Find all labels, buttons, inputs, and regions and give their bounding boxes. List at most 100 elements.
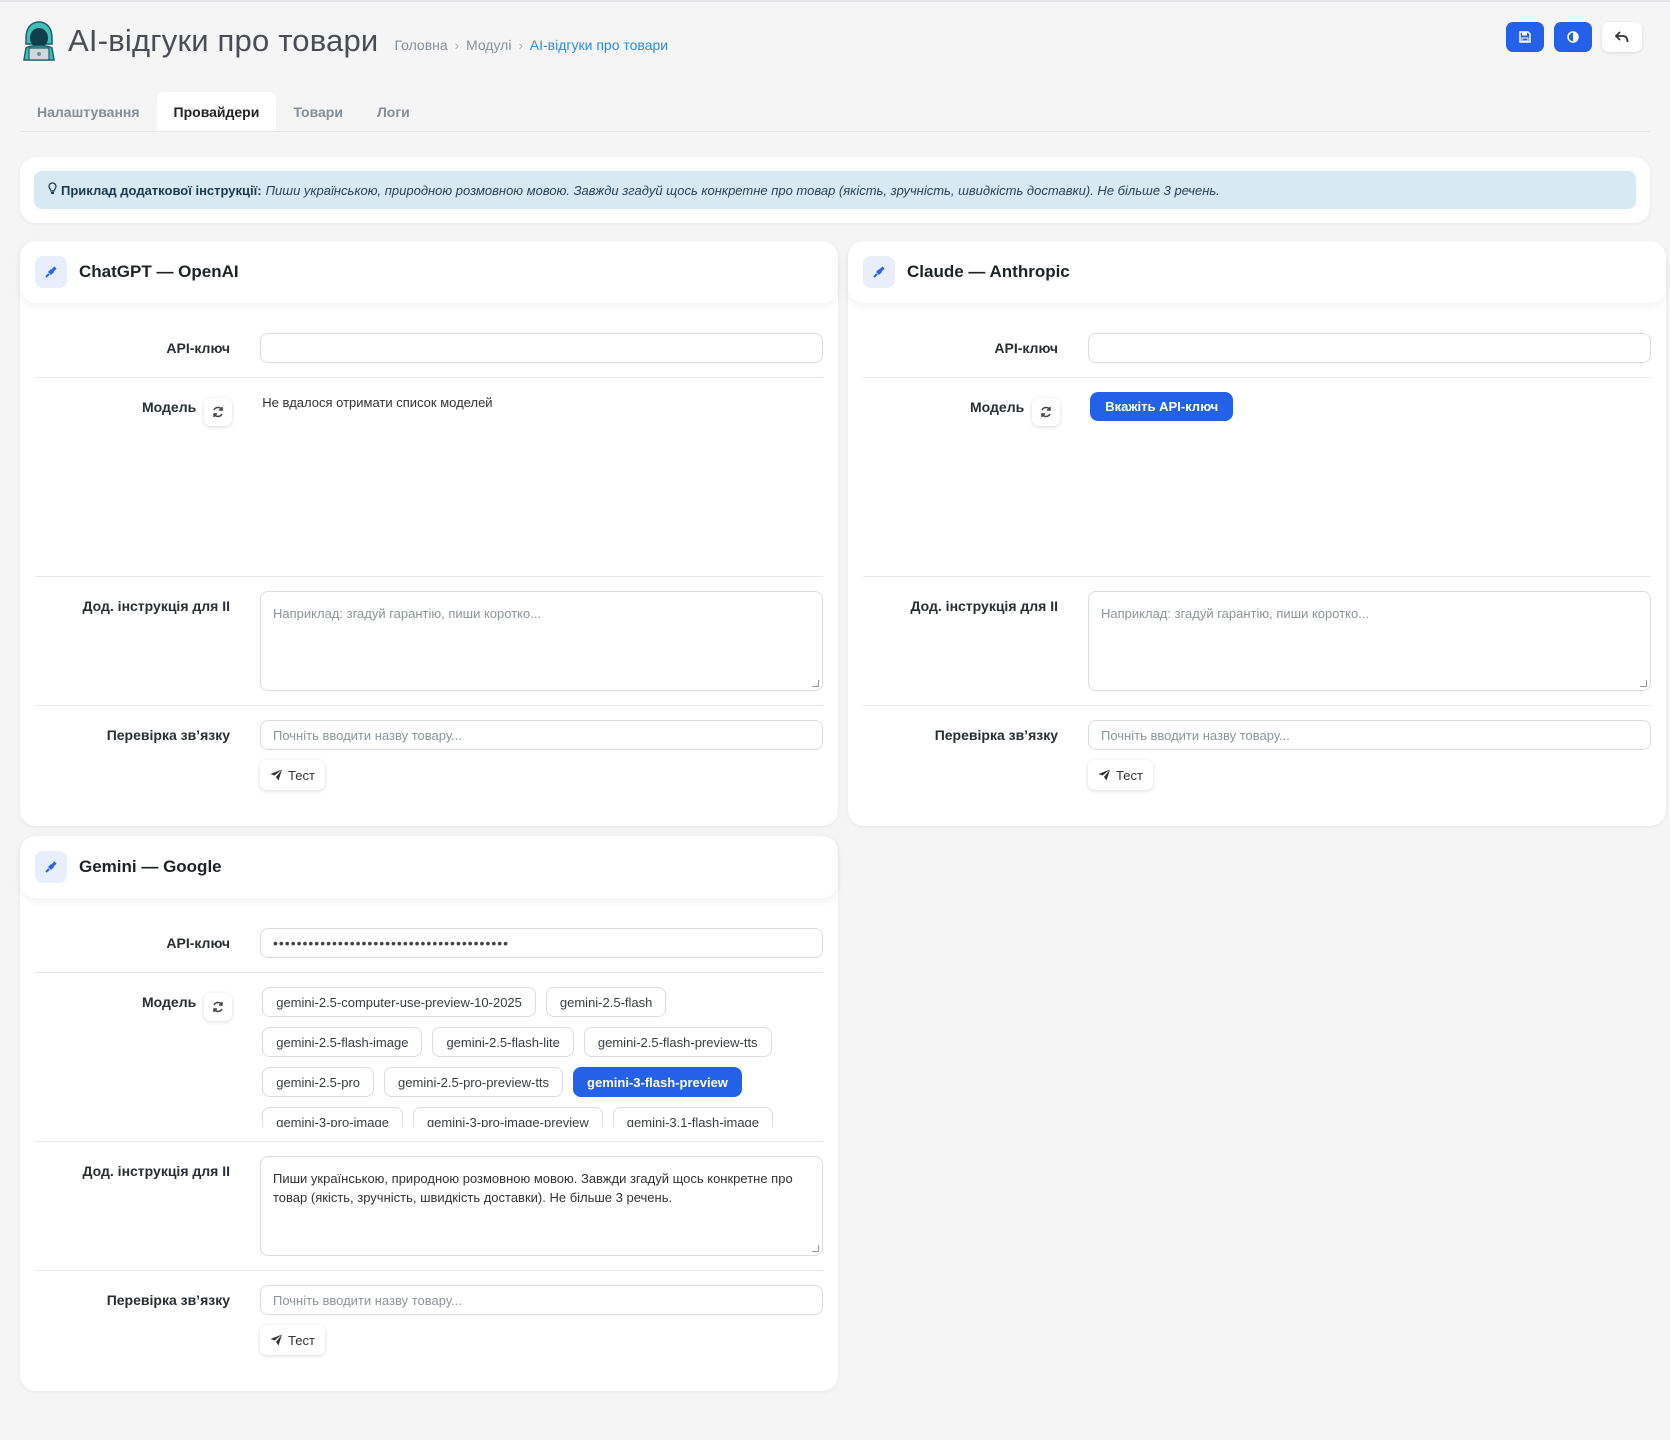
model-label: Модель xyxy=(970,399,1025,415)
model-error-message: Не вдалося отримати список моделей xyxy=(262,395,493,410)
model-chip[interactable]: gemini-2.5-flash-image xyxy=(262,1027,423,1057)
tab-products[interactable]: Товари xyxy=(276,92,360,131)
tip-alert: Приклад додаткової інструкції: Пиши укра… xyxy=(34,171,1636,209)
theme-toggle-button[interactable] xyxy=(1554,22,1592,52)
product-search-input[interactable]: Почніть вводити назву товару... xyxy=(260,720,823,750)
model-chip[interactable]: gemini-2.5-pro-preview-tts xyxy=(384,1067,564,1097)
instruction-textarea[interactable]: Наприклад: згадуй гарантію, пиши коротко… xyxy=(260,591,823,691)
page-title: AI-відгуки про товари xyxy=(68,23,379,58)
api-key-input[interactable] xyxy=(1088,333,1651,363)
instruction-label: Дод. інструкція для ІІ xyxy=(82,1163,231,1179)
model-chip[interactable]: gemini-2.5-flash xyxy=(545,987,667,1017)
refresh-models-button[interactable] xyxy=(1032,398,1061,426)
page-header: AI-відгуки про товари Головна › Модулі ›… xyxy=(20,2,1650,80)
providers-grid: ChatGPT — OpenAI API-ключ Модель Не вдал… xyxy=(20,241,1666,1391)
instruction-placeholder: Наприклад: згадуй гарантію, пиши коротко… xyxy=(1101,606,1370,621)
refresh-models-button[interactable] xyxy=(204,398,233,426)
page: AI-відгуки про товари Головна › Модулі ›… xyxy=(0,2,1670,1391)
test-button[interactable]: Тест xyxy=(260,760,325,790)
api-key-row: API-ключ •••••••••••••••••••••••••••••••… xyxy=(35,914,823,973)
api-key-label: API-ключ xyxy=(166,340,230,356)
test-label: Тест xyxy=(1116,767,1143,783)
model-row: Модель Не вдалося отримати список моделе… xyxy=(35,378,823,577)
model-row: Модель Вкажіть API-ключ xyxy=(863,378,1651,577)
breadcrumb-separator-icon: › xyxy=(518,37,523,53)
api-key-label: API-ключ xyxy=(994,340,1058,356)
instruction-label: Дод. інструкція для ІІ xyxy=(82,598,231,614)
plug-icon xyxy=(863,256,895,288)
model-chip[interactable]: gemini-3-pro-image-preview xyxy=(412,1107,603,1127)
model-label: Модель xyxy=(142,994,197,1010)
model-chip[interactable]: gemini-2.5-pro xyxy=(262,1067,375,1097)
instruction-textarea[interactable]: Пиши українською, природною розмовною мо… xyxy=(260,1156,823,1256)
instruction-placeholder: Наприклад: згадуй гарантію, пиши коротко… xyxy=(273,606,542,621)
api-key-label: API-ключ xyxy=(166,935,230,951)
breadcrumb: Головна › Модулі › AI-відгуки про товари xyxy=(394,37,668,53)
instruction-row: Дод. інструкція для ІІ Наприклад: згадуй… xyxy=(863,577,1651,706)
model-chip[interactable]: gemini-3.1-flash-image xyxy=(612,1107,774,1127)
model-chip[interactable]: gemini-2.5-computer-use-preview-10-2025 xyxy=(262,987,536,1017)
tip-label: Приклад додаткової інструкції: xyxy=(61,182,262,198)
model-chip[interactable]: gemini-2.5-flash-lite xyxy=(432,1027,574,1057)
hacker-logo-icon xyxy=(23,21,55,61)
tip-card: Приклад додаткової інструкції: Пиши укра… xyxy=(20,157,1650,223)
model-chip[interactable]: gemini-3-flash-preview xyxy=(573,1067,742,1097)
breadcrumb-home[interactable]: Головна xyxy=(394,37,447,53)
instruction-row: Дод. інструкція для ІІ Пиши українською,… xyxy=(35,1142,823,1271)
api-key-input[interactable]: •••••••••••••••••••••••••••••••••••••••• xyxy=(260,928,823,958)
provider-header: Claude — Anthropic xyxy=(848,241,1666,303)
save-icon xyxy=(1519,31,1531,43)
resize-grip-icon[interactable] xyxy=(812,1245,819,1252)
breadcrumb-current[interactable]: AI-відгуки про товари xyxy=(530,37,668,53)
tip-text: Пиши українською, природною розмовною мо… xyxy=(265,182,1220,198)
api-key-row: API-ключ xyxy=(863,319,1651,378)
resize-grip-icon[interactable] xyxy=(1640,680,1647,687)
refresh-models-button[interactable] xyxy=(204,993,233,1021)
resize-grip-icon[interactable] xyxy=(812,680,819,687)
instruction-row: Дод. інструкція для ІІ Наприклад: згадуй… xyxy=(35,577,823,706)
undo-icon xyxy=(1615,31,1629,43)
contrast-icon xyxy=(1567,31,1579,43)
provider-card-gemini: Gemini — Google API-ключ •••••••••••••••… xyxy=(20,836,838,1391)
refresh-icon xyxy=(213,1001,223,1013)
plug-icon xyxy=(35,851,67,883)
test-label: Тест xyxy=(288,1332,315,1348)
paper-plane-icon xyxy=(270,769,282,781)
check-row: Перевірка зв’язку Почніть вводити назву … xyxy=(35,1271,823,1369)
header-actions xyxy=(1506,22,1642,52)
check-label: Перевірка зв’язку xyxy=(106,727,230,743)
tab-logs[interactable]: Логи xyxy=(360,92,427,131)
instruction-label: Дод. інструкція для ІІ xyxy=(910,598,1059,614)
model-label: Модель xyxy=(142,399,197,415)
specify-api-key-button[interactable]: Вкажіть API-ключ xyxy=(1090,392,1234,421)
breadcrumb-modules[interactable]: Модулі xyxy=(466,37,511,53)
instruction-value: Пиши українською, природною розмовною мо… xyxy=(273,1171,793,1205)
model-chip[interactable]: gemini-3-pro-image xyxy=(262,1107,403,1127)
tab-providers[interactable]: Провайдери xyxy=(156,92,277,131)
api-key-input[interactable] xyxy=(260,333,823,363)
check-row: Перевірка зв’язку Почніть вводити назву … xyxy=(35,706,823,804)
instruction-textarea[interactable]: Наприклад: згадуй гарантію, пиши коротко… xyxy=(1088,591,1651,691)
product-search-input[interactable]: Почніть вводити назву товару... xyxy=(1088,720,1651,750)
paper-plane-icon xyxy=(270,1334,282,1346)
model-chip[interactable]: gemini-2.5-flash-preview-tts xyxy=(583,1027,772,1057)
check-label: Перевірка зв’язку xyxy=(106,1292,230,1308)
lightbulb-icon xyxy=(48,182,57,198)
provider-card-openai: ChatGPT — OpenAI API-ключ Модель Не вдал… xyxy=(20,241,838,826)
provider-header: Gemini — Google xyxy=(20,836,838,898)
provider-title: Claude — Anthropic xyxy=(907,262,1070,281)
tabs: Налаштування Провайдери Товари Логи xyxy=(20,92,1650,132)
product-search-input[interactable]: Почніть вводити назву товару... xyxy=(260,1285,823,1315)
tab-settings[interactable]: Налаштування xyxy=(20,92,157,131)
provider-title: ChatGPT — OpenAI xyxy=(79,262,239,281)
breadcrumb-separator-icon: › xyxy=(454,37,459,53)
provider-title: Gemini — Google xyxy=(79,857,222,876)
save-button[interactable] xyxy=(1506,22,1544,52)
test-label: Тест xyxy=(288,767,315,783)
provider-header: ChatGPT — OpenAI xyxy=(20,241,838,303)
test-button[interactable]: Тест xyxy=(260,1325,325,1355)
check-row: Перевірка зв’язку Почніть вводити назву … xyxy=(863,706,1651,804)
test-button[interactable]: Тест xyxy=(1088,760,1153,790)
paper-plane-icon xyxy=(1098,769,1110,781)
back-button[interactable] xyxy=(1602,22,1642,52)
